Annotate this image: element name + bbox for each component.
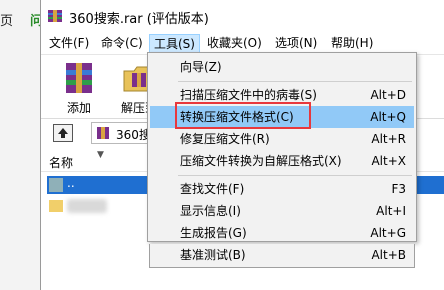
- tools-dropdown-menu: 向导(Z) 扫描压缩文件中的病毒(S) Alt+D 转换压缩文件格式(C) Al…: [147, 52, 417, 242]
- add-button[interactable]: 添加: [51, 59, 107, 115]
- title-bar: 360搜索.rar (评估版本): [41, 0, 444, 32]
- background-tab[interactable]: 页: [0, 10, 13, 29]
- window-title: 360搜索.rar (评估版本): [69, 12, 209, 27]
- menu-item-shortcut: F3: [391, 182, 406, 196]
- menu-options[interactable]: 选项(N): [271, 34, 321, 54]
- menu-item-label: 生成报告(G): [180, 226, 247, 240]
- menu-item-label: 基准测试(B): [180, 248, 246, 262]
- up-one-level-button[interactable]: [53, 124, 73, 142]
- add-label: 添加: [66, 101, 91, 115]
- folder-icon: [49, 200, 63, 212]
- add-archive-icon: [66, 63, 92, 93]
- menu-tools[interactable]: 工具(S): [149, 34, 200, 54]
- menu-item-generate-report[interactable]: 生成报告(G) Alt+G: [150, 222, 414, 244]
- menu-item-label: 查找文件(F): [180, 182, 245, 196]
- column-name[interactable]: 名称: [49, 154, 73, 171]
- blurred-filename: [67, 199, 107, 213]
- menu-item-shortcut: Alt+X: [371, 154, 406, 168]
- menu-help[interactable]: 帮助(H): [327, 34, 377, 54]
- menu-item-shortcut: Alt+D: [370, 88, 406, 102]
- parent-folder-icon: [49, 178, 63, 192]
- arrow-up-icon: [58, 128, 68, 138]
- menu-file[interactable]: 文件(F): [45, 34, 93, 54]
- menu-separator: [178, 175, 412, 176]
- menu-item-shortcut: Alt+Q: [370, 110, 406, 124]
- menu-item-label: 显示信息(I): [180, 204, 241, 218]
- winrar-app-icon: [48, 10, 62, 22]
- menu-commands[interactable]: 命令(C): [97, 34, 147, 54]
- archive-icon: [97, 127, 109, 139]
- menu-separator: [178, 81, 412, 82]
- list-item[interactable]: [47, 197, 107, 215]
- menu-favorites[interactable]: 收藏夹(O): [203, 34, 266, 54]
- annotation-highlight-box: [175, 102, 311, 129]
- menu-item-convert-sfx[interactable]: 压缩文件转换为自解压格式(X) Alt+X: [150, 150, 414, 172]
- menu-bar: 文件(F) 命令(C) 工具(S) 收藏夹(O) 选项(N) 帮助(H): [41, 32, 444, 54]
- menu-item-find-files[interactable]: 查找文件(F) F3: [150, 178, 414, 200]
- menu-item-shortcut: Alt+I: [376, 204, 406, 218]
- menu-item-shortcut: Alt+R: [371, 132, 406, 146]
- menu-item-wizard[interactable]: 向导(Z): [150, 56, 414, 78]
- menu-item-shortcut: Alt+G: [370, 226, 406, 240]
- sort-chevron-icon: ▼: [97, 150, 104, 160]
- menu-item-shortcut: Alt+B: [371, 248, 406, 262]
- menu-item-show-info[interactable]: 显示信息(I) Alt+I: [150, 200, 414, 222]
- menu-item-repair[interactable]: 修复压缩文件(R) Alt+R: [150, 128, 414, 150]
- menu-item-benchmark[interactable]: 基准测试(B) Alt+B: [149, 244, 415, 268]
- menu-item-label: 修复压缩文件(R): [180, 132, 270, 146]
- path-text: 360搜: [116, 128, 151, 142]
- menu-item-label: 向导(Z): [180, 60, 222, 74]
- list-item-label: ..: [67, 176, 75, 190]
- menu-item-label: 压缩文件转换为自解压格式(X): [180, 154, 342, 168]
